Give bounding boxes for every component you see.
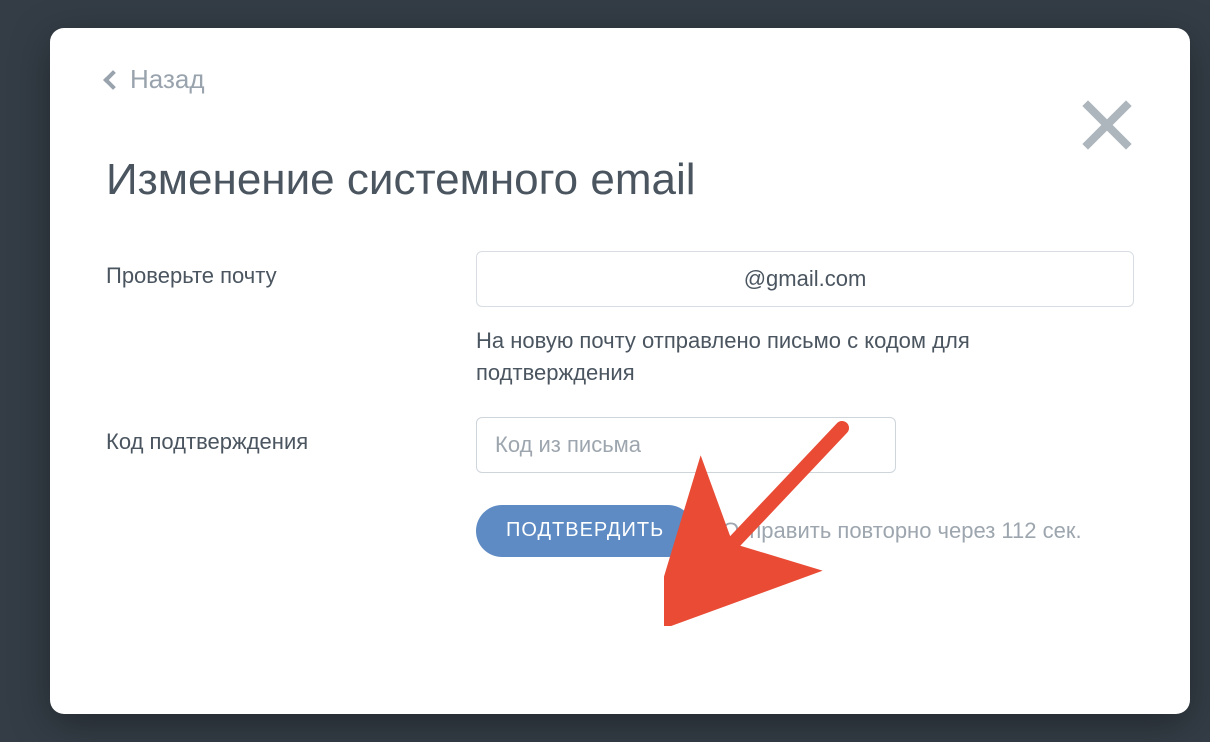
email-help-text: На новую почту отправлено письмо с кодом…	[476, 325, 1134, 389]
chevron-left-icon	[103, 70, 123, 90]
email-label: Проверьте почту	[106, 251, 476, 289]
email-field[interactable]	[476, 251, 1134, 307]
modal-title: Изменение системного email	[106, 155, 1134, 205]
close-button[interactable]	[1080, 98, 1134, 152]
code-row: Код подтверждения ПОДТВЕРДИТЬ Отправить …	[106, 417, 1134, 557]
confirmation-code-field[interactable]	[476, 417, 896, 473]
confirm-button[interactable]: ПОДТВЕРДИТЬ	[476, 505, 694, 557]
back-label: Назад	[130, 64, 205, 95]
resend-countdown-text: Отправить повторно через 112 сек.	[722, 518, 1081, 544]
email-row: Проверьте почту На новую почту отправлен…	[106, 251, 1134, 389]
code-label: Код подтверждения	[106, 417, 476, 455]
back-button[interactable]: Назад	[106, 64, 205, 95]
close-icon	[1080, 98, 1134, 152]
change-email-modal: Назад Изменение системного email Проверь…	[50, 28, 1190, 714]
